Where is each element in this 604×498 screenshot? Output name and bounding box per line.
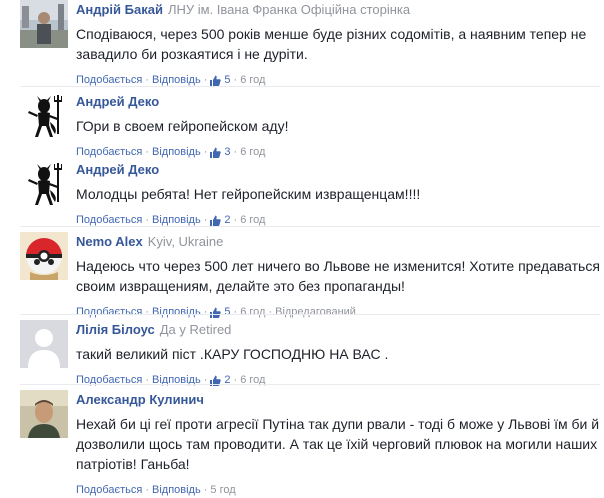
comment-timestamp[interactable]: 6 год — [240, 304, 265, 320]
comment-actions: Подобається · Відповідь · 5 · 6 год · Ві… — [76, 304, 600, 320]
separator-dot: · — [203, 306, 208, 318]
comment-divider — [20, 384, 600, 385]
comment-timestamp[interactable]: 6 год — [240, 144, 265, 160]
comment-timestamp[interactable]: 6 год — [240, 372, 265, 388]
separator-dot: · — [203, 484, 208, 496]
comment-text: Нехай би ці геї проти агресії Путіна так… — [76, 416, 600, 472]
comment-text: ГОри в своем гейропейском аду! — [76, 118, 289, 134]
separator-dot: · — [233, 374, 238, 386]
separator-dot: · — [203, 146, 208, 158]
avatar[interactable] — [20, 160, 68, 208]
reply-link[interactable]: Відповідь — [152, 482, 201, 498]
comment-author[interactable]: Александр Кулинич — [76, 392, 204, 407]
avatar[interactable] — [20, 232, 68, 280]
avatar[interactable] — [20, 92, 68, 140]
comment-affiliation[interactable]: ЛНУ ім. Івана Франка Офіційна сторінка — [168, 2, 410, 17]
avatar[interactable] — [20, 390, 68, 438]
pokeball-cartoon-icon — [20, 232, 68, 280]
like-link[interactable]: Подобається — [76, 144, 142, 160]
like-count[interactable]: 3 — [224, 144, 230, 160]
separator-dot: · — [145, 374, 149, 386]
comment-author[interactable]: Андрей Деко — [76, 94, 159, 109]
comment-actions: Подобається · Відповідь · 5 год — [76, 482, 600, 498]
comment-text: Сподіваюся, через 500 років менше буде р… — [76, 26, 587, 62]
comment-divider — [20, 226, 600, 227]
edited-label[interactable]: Відредагований — [275, 304, 356, 320]
separator-dot: · — [268, 306, 273, 318]
thumbs-up-icon[interactable] — [210, 215, 222, 226]
like-count[interactable]: 5 — [224, 304, 230, 320]
avatar[interactable] — [20, 320, 68, 368]
comment-divider — [20, 86, 600, 87]
separator-dot: · — [145, 306, 149, 318]
avatar-photo-icon — [20, 390, 68, 438]
comment-actions: Подобається · Відповідь · 3 · 6 год — [76, 144, 600, 160]
like-link[interactable]: Подобається — [76, 304, 142, 320]
like-count[interactable]: 2 — [224, 372, 230, 388]
thumbs-up-icon[interactable] — [210, 147, 222, 158]
separator-dot: · — [145, 146, 149, 158]
comment-author[interactable]: Nemo Alex — [76, 234, 143, 249]
reply-link[interactable]: Відповідь — [152, 372, 201, 388]
comment-affiliation[interactable]: Да у Retired — [160, 322, 232, 337]
separator-dot: · — [233, 306, 238, 318]
devil-trident-icon — [20, 92, 68, 140]
thumbs-up-icon[interactable] — [210, 307, 222, 318]
separator-dot: · — [233, 146, 238, 158]
comment-timestamp[interactable]: 5 год — [210, 482, 235, 498]
devil-trident-icon — [20, 160, 68, 208]
comment-actions: Подобається · Відповідь · 2 · 6 год — [76, 372, 600, 388]
reply-link[interactable]: Відповідь — [152, 144, 201, 160]
comment-text: такий великий піст .КАРУ ГОСПОДНЮ НА ВАС… — [76, 346, 389, 362]
thumbs-up-icon[interactable] — [210, 75, 222, 86]
default-person-icon — [20, 320, 68, 368]
comment-affiliation[interactable]: Kyiv, Ukraine — [148, 234, 224, 249]
separator-dot: · — [203, 374, 208, 386]
comment-text: Молодцы ребята! Нет гейропейским извраще… — [76, 186, 421, 202]
comment-author[interactable]: Лілія Білоус — [76, 322, 155, 337]
comment-author[interactable]: Андрей Деко — [76, 162, 159, 177]
separator-dot: · — [145, 484, 149, 496]
like-link[interactable]: Подобається — [76, 482, 142, 498]
comment-divider — [20, 314, 600, 315]
reply-link[interactable]: Відповідь — [152, 304, 201, 320]
comment-author[interactable]: Андрій Бакай — [76, 2, 163, 17]
avatar[interactable] — [20, 0, 68, 48]
avatar-photo-icon — [20, 0, 68, 48]
like-link[interactable]: Подобається — [76, 372, 142, 388]
comment-text: Надеюсь что через 500 лет ничего во Льво… — [76, 258, 600, 294]
